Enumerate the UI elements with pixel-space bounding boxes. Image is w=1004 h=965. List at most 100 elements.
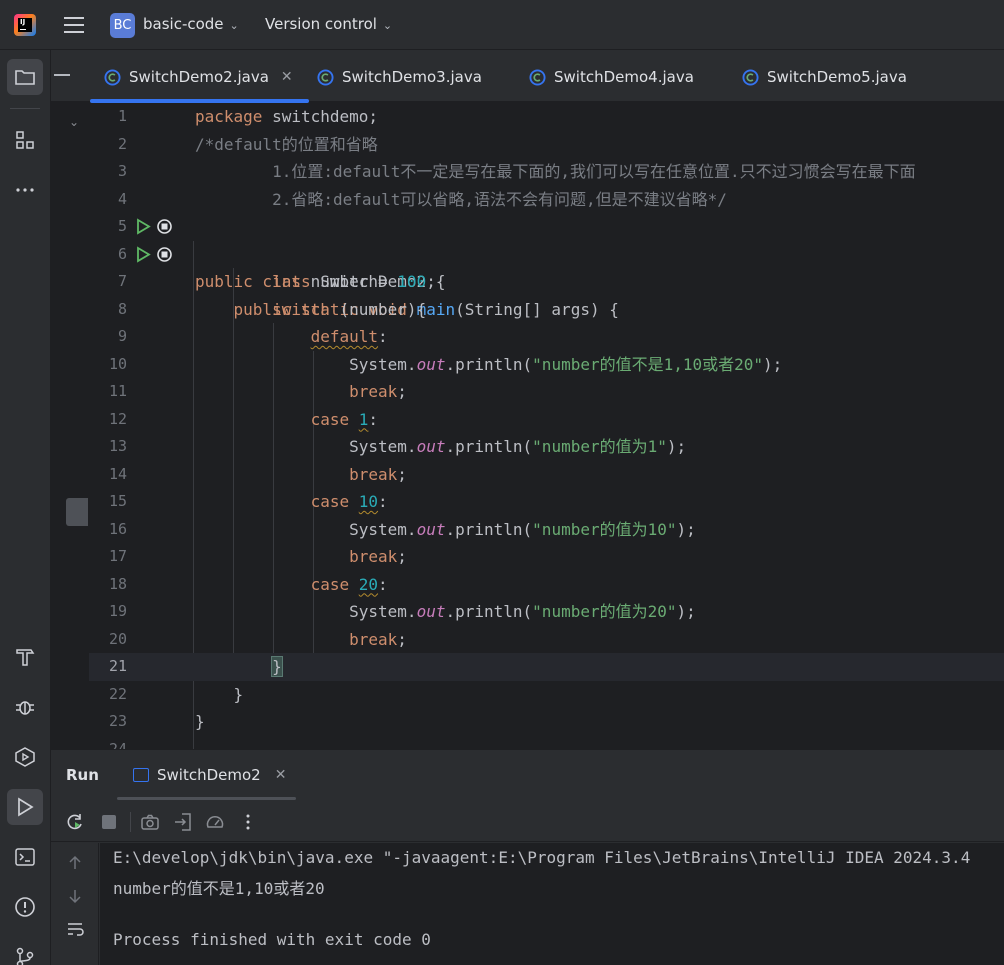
hamburger-icon[interactable]: [64, 16, 84, 34]
code-line[interactable]: 8 switch (number){: [89, 296, 1004, 324]
scroll-down-button[interactable]: [63, 884, 87, 908]
code-line[interactable]: 11 break;: [89, 378, 1004, 406]
tab-switchdemo2[interactable]: SwitchDemo2.java ✕: [90, 51, 309, 103]
tab-label: SwitchDemo3.java: [342, 68, 482, 86]
scrollbar-thumb[interactable]: [66, 498, 88, 526]
vcs-selector[interactable]: Version control ⌄: [265, 15, 392, 33]
structure-tool-button[interactable]: [7, 122, 43, 158]
line-number: 13: [108, 437, 127, 455]
code-line[interactable]: 13 System.out.println("number的值为1");: [89, 433, 1004, 461]
code-line[interactable]: 18 case 20:: [89, 571, 1004, 599]
more-tools-button[interactable]: [7, 172, 43, 208]
code-text: }: [271, 656, 283, 677]
title-bar: IJ BC basic-code ⌄ Version control ⌄: [0, 0, 1004, 50]
line-number: 5: [117, 217, 127, 235]
problems-tool-button[interactable]: [7, 889, 43, 925]
code-line[interactable]: 20 break;: [89, 626, 1004, 654]
git-tool-button[interactable]: [7, 939, 43, 965]
java-class-icon: [104, 68, 121, 86]
camera-icon: [141, 814, 159, 830]
code-line[interactable]: 5 public class SwitchDemo2 {: [89, 213, 1004, 291]
line-number: 1: [117, 107, 127, 125]
code-line[interactable]: 24: [89, 736, 1004, 750]
code-line[interactable]: 7 int number = 100;: [89, 268, 1004, 296]
console-line: number的值不是1,10或者20: [113, 879, 325, 898]
run-icon[interactable]: [135, 218, 152, 235]
code-text: }: [195, 684, 244, 704]
soft-wrap-button[interactable]: [63, 917, 87, 941]
code-line[interactable]: 17 break;: [89, 543, 1004, 571]
collapse-icon[interactable]: [54, 74, 70, 76]
code-editor[interactable]: 1 package switchdemo; 2 /*default的位置和省略 3 …: [89, 103, 1004, 749]
services-tool-button[interactable]: [7, 739, 43, 775]
chevron-down-icon[interactable]: ⌄: [69, 115, 79, 129]
scroll-up-button[interactable]: [63, 851, 87, 875]
tab-switchdemo4[interactable]: SwitchDemo4.java: [529, 51, 694, 103]
code-line-current[interactable]: 21 }: [89, 653, 1004, 681]
breakpoint-icon[interactable]: [156, 218, 173, 235]
close-icon[interactable]: ✕: [275, 767, 287, 783]
code-line[interactable]: 14 break;: [89, 461, 1004, 489]
code-line[interactable]: 12 case 1:: [89, 406, 1004, 434]
tab-switchdemo5[interactable]: SwitchDemo5.java: [742, 51, 907, 103]
code-text: switch (number){: [272, 299, 427, 319]
code-text: int number = 100;: [272, 272, 436, 291]
run-toolbar: [51, 802, 1004, 842]
coverage-button[interactable]: [203, 810, 227, 834]
toolbar-separator: [130, 812, 131, 832]
project-tool-button[interactable]: [7, 59, 43, 95]
project-badge[interactable]: BC: [110, 13, 135, 38]
code-line[interactable]: 16 System.out.println("number的值为10");: [89, 516, 1004, 544]
build-icon: [16, 649, 35, 666]
more-options-button[interactable]: [236, 810, 260, 834]
project-selector[interactable]: basic-code ⌄: [143, 15, 239, 33]
run-config-tab[interactable]: SwitchDemo2 ✕: [133, 766, 286, 784]
code-line[interactable]: 23}: [89, 708, 1004, 736]
terminal-tool-button[interactable]: [7, 839, 43, 875]
code-text: System.out.println("number的值为10");: [195, 519, 696, 539]
run-tool-button[interactable]: [7, 789, 43, 825]
code-line[interactable]: 9 default:: [89, 323, 1004, 351]
line-number: 10: [108, 354, 127, 373]
soft-wrap-icon: [68, 923, 84, 936]
line-number: 6: [117, 244, 127, 263]
chevron-down-icon: ⌄: [382, 19, 393, 32]
code-line[interactable]: 3 1.位置:default不一定是写在最下面的,我们可以写在任意位置.只不过习…: [89, 158, 1004, 186]
project-pane-collapsed: ⌄: [51, 103, 89, 749]
stop-button[interactable]: [97, 810, 121, 834]
code-line[interactable]: 10 System.out.println("number的值不是1,10或者2…: [89, 351, 1004, 379]
rerun-button[interactable]: [63, 810, 87, 834]
line-number: 4: [117, 189, 127, 208]
code-text: break;: [349, 464, 407, 484]
code-line[interactable]: 22 }: [89, 681, 1004, 709]
java-class-icon: [529, 68, 546, 86]
arrow-up-icon: [69, 855, 81, 869]
build-tool-button[interactable]: [7, 639, 43, 675]
code-line[interactable]: 4 2.省略:default可以省略,语法不会有问题,但是不建议省略*/: [89, 186, 1004, 214]
debug-tool-button[interactable]: [7, 689, 43, 725]
run-panel-title: Run: [66, 766, 99, 784]
console-side-toolbar: [51, 843, 99, 965]
tab-switchdemo3[interactable]: SwitchDemo3.java: [317, 51, 482, 103]
code-line[interactable]: 6 public static void main(String[] args)…: [89, 241, 1004, 319]
code-line[interactable]: 2 /*default的位置和省略: [89, 131, 1004, 159]
intellij-logo-icon[interactable]: IJ: [14, 14, 36, 36]
tab-label: SwitchDemo4.java: [554, 68, 694, 86]
close-icon[interactable]: ✕: [281, 69, 293, 85]
console-icon: [133, 768, 149, 782]
code-text: case 20:: [310, 574, 388, 594]
code-text: case 1:: [310, 409, 379, 429]
screenshot-button[interactable]: [138, 810, 162, 834]
gutter-icons: [135, 218, 173, 235]
code-line[interactable]: 15 case 10:: [89, 488, 1004, 516]
code-line[interactable]: 1 package switchdemo;: [89, 103, 1004, 131]
line-number: 22: [108, 684, 127, 703]
code-line[interactable]: 19 System.out.println("number的值为20");: [89, 598, 1004, 626]
line-number: 20: [108, 629, 127, 648]
coverage-icon: [206, 816, 224, 828]
breakpoint-icon[interactable]: [156, 246, 173, 263]
import-button[interactable]: [171, 810, 195, 834]
code-text: 2.省略:default可以省略,语法不会有问题,但是不建议省略*/: [195, 189, 727, 209]
run-icon[interactable]: [135, 245, 152, 263]
line-number: 8: [117, 299, 127, 318]
